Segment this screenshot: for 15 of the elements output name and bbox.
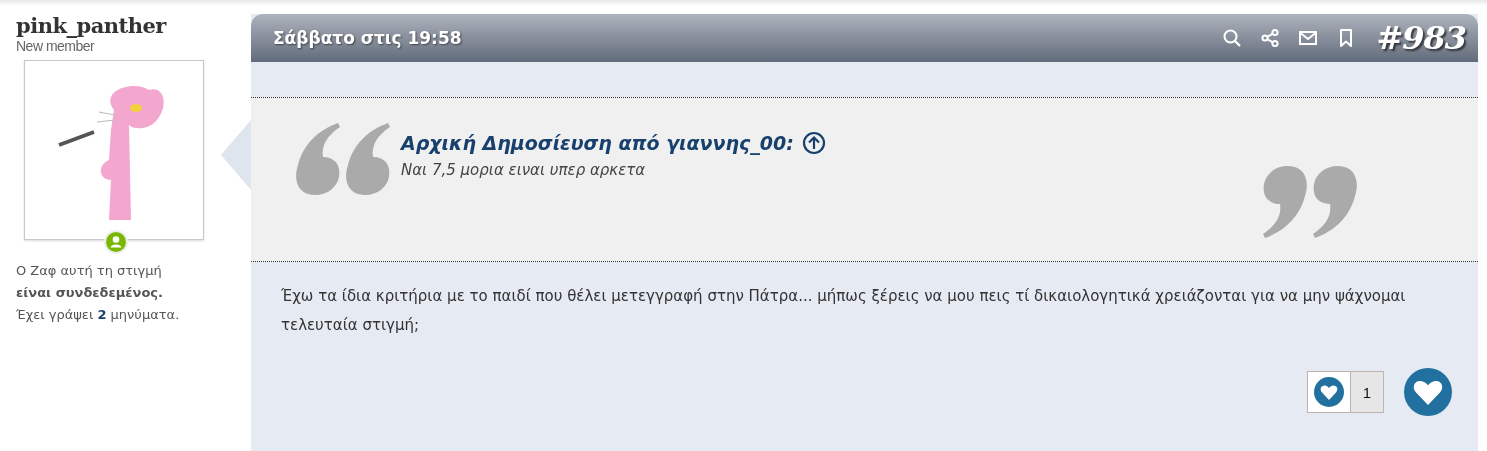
share-icon[interactable] bbox=[1260, 28, 1281, 48]
username[interactable]: pink_panther bbox=[16, 14, 222, 38]
search-icon[interactable] bbox=[1222, 28, 1243, 48]
like-button[interactable] bbox=[1404, 368, 1452, 416]
like-counter[interactable]: 1 bbox=[1307, 371, 1384, 413]
post-count-text: Έχει γράψει 2 μηνύματα. bbox=[16, 306, 181, 324]
online-status-text: Ο Ζαφ αυτή τη στιγμή είναι συνδεδεμένος. bbox=[16, 262, 164, 302]
user-rank: New member bbox=[16, 38, 96, 54]
arrow-up-icon[interactable] bbox=[801, 131, 826, 155]
quote-source-link[interactable]: Αρχική Δημοσίευση από γιαννης_00: bbox=[401, 132, 794, 154]
speech-pointer bbox=[221, 120, 251, 190]
mail-icon[interactable] bbox=[1298, 28, 1319, 48]
post-date: Σάββατο στις 19:58 bbox=[273, 28, 462, 48]
post-text: Έχω τα ίδια κριτήρια με το παιδί που θέλει μετεγγραφή στην Πάτρα... μήπως ξέρεις να μου πεις τί δικαιολογητικά χρειάζονται για να μην ψάχνομαι τελευταία στιγμή; bbox=[280, 286, 1407, 336]
quote-text: Ναι 7,5 μορια ειναι υπερ αρκετα bbox=[401, 161, 647, 179]
